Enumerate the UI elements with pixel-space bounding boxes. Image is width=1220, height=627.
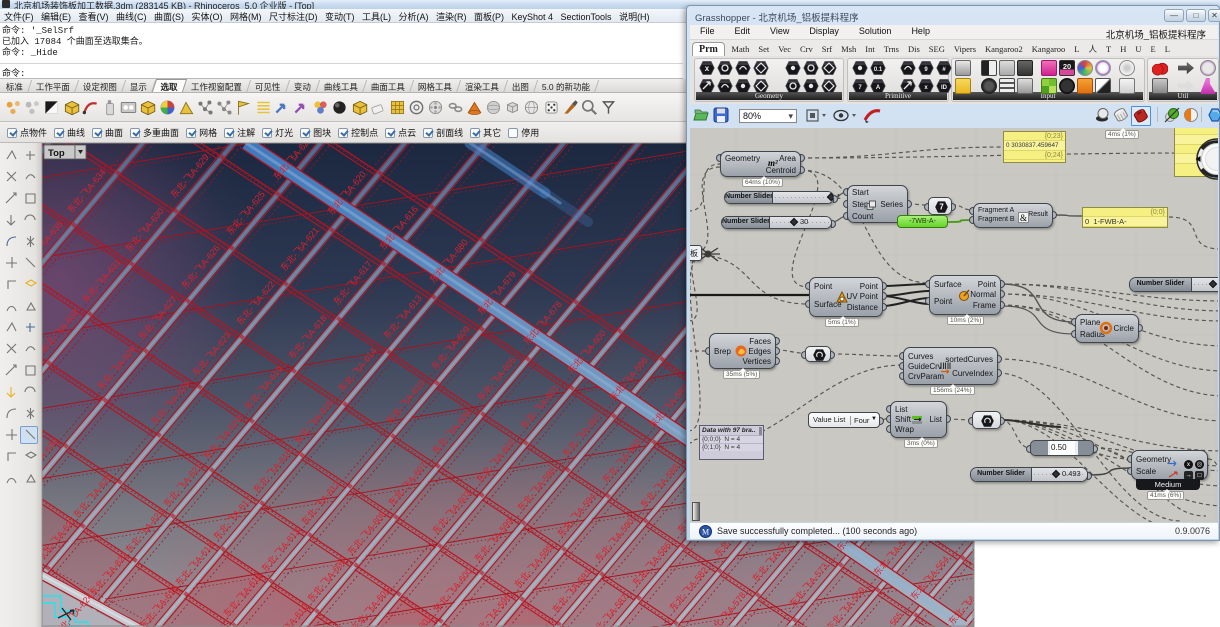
svg-text:ID: ID [941,85,948,91]
svg-text:A: A [876,85,881,91]
svg-text:M: M [702,528,709,537]
svg-text:x: x [705,64,710,73]
svg-text:Top: Top [48,148,65,159]
svg-text:0.1: 0.1 [874,67,883,73]
svg-text:7: 7 [939,203,944,212]
